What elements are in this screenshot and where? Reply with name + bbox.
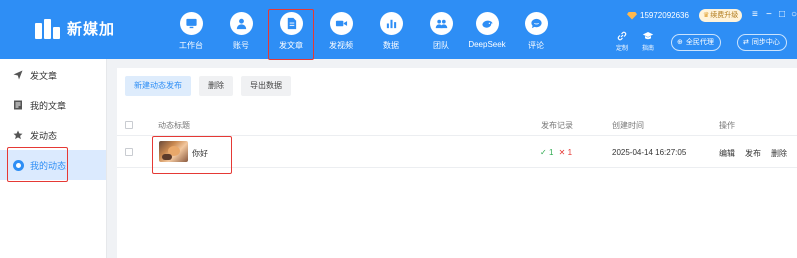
nav-publish-video[interactable]: 发视频 [318, 6, 364, 56]
select-all-checkbox[interactable] [125, 121, 133, 129]
article-icon [12, 99, 24, 111]
nav-workbench[interactable]: 工作台 [168, 6, 214, 56]
column-record: 发布记录 [541, 121, 573, 130]
nav-team[interactable]: 团队 [418, 6, 464, 56]
sync-icon: ⇄ [743, 39, 749, 46]
nav-publish-article[interactable]: 发文章 [268, 9, 314, 60]
account-phone[interactable]: 15972092636 [627, 11, 689, 20]
created-time: 2025-04-14 16:27:05 [612, 148, 687, 157]
star-icon [12, 129, 24, 141]
video-camera-icon [329, 12, 353, 35]
delete-link[interactable]: 删除 [771, 148, 787, 159]
nav-comments[interactable]: 评论 [513, 6, 559, 56]
menu-icon[interactable]: ≡ [752, 8, 758, 22]
table-header: 动态标题 发布记录 创建时间 操作 [117, 114, 797, 136]
logo-mark-icon [35, 16, 61, 40]
guide-button[interactable]: 指南 [637, 30, 659, 52]
comment-icon [524, 12, 548, 35]
top-header: 新媒加 工作台 账号 发文章 发视频 数据 团队 DeepSeek 评论 159… [0, 0, 797, 60]
vip-diamond-icon [627, 11, 637, 20]
graduation-cap-icon [642, 32, 654, 40]
column-created: 创建时间 [612, 121, 644, 130]
maximize-icon[interactable]: □ [779, 8, 785, 22]
sidebar-item-publish-moment[interactable]: 发动态 [0, 120, 106, 150]
agent-program-button[interactable]: ⊕ 全民代理 [671, 34, 721, 51]
export-button[interactable]: 导出数据 [241, 76, 291, 96]
team-icon [429, 12, 453, 35]
document-icon [279, 12, 303, 35]
sidebar-item-my-articles[interactable]: 我的文章 [0, 90, 106, 120]
success-check-icon: ✓ [540, 148, 547, 157]
row-checkbox[interactable] [125, 148, 133, 156]
publish-link[interactable]: 发布 [745, 148, 761, 159]
nav-deepseek[interactable]: DeepSeek [461, 6, 513, 56]
app-name: 新媒加 [67, 20, 116, 38]
publish-record[interactable]: ✓ 1 ✕ 1 [540, 148, 572, 157]
column-actions: 操作 [719, 121, 735, 130]
close-icon[interactable]: ○ [791, 8, 797, 22]
fail-count: 1 [567, 148, 573, 157]
sidebar-highlight-box [7, 147, 68, 182]
success-count: 1 [548, 148, 554, 157]
nav-data[interactable]: 数据 [368, 6, 414, 56]
new-moment-button[interactable]: 新建动态发布 [125, 76, 191, 96]
edit-link[interactable]: 编辑 [719, 148, 735, 159]
crown-icon: ♛ [703, 12, 710, 19]
sidebar-item-publish-article[interactable]: 发文章 [0, 60, 106, 90]
sync-center-button[interactable]: ⇄ 同步中心 [737, 34, 787, 51]
link-icon [617, 31, 627, 41]
upgrade-button[interactable]: ♛续费升级 [699, 9, 743, 22]
main-panel: 新建动态发布 删除 导出数据 动态标题 发布记录 创建时间 操作 你好 ✓ 1 … [117, 68, 797, 258]
monitor-icon [179, 12, 203, 35]
nav-accounts[interactable]: 账号 [218, 6, 264, 56]
delete-button[interactable]: 删除 [199, 76, 233, 96]
minimize-icon[interactable]: − [766, 8, 772, 22]
customize-button[interactable]: 定制 [611, 30, 633, 52]
bar-chart-icon [379, 12, 403, 35]
fail-cross-icon: ✕ [558, 148, 566, 157]
whale-icon [475, 12, 499, 35]
app-logo: 新媒加 [35, 16, 115, 40]
agent-icon: ⊕ [677, 39, 683, 46]
user-icon [229, 12, 253, 35]
column-title: 动态标题 [158, 121, 190, 130]
row-highlight-box [152, 136, 232, 174]
send-icon [12, 69, 24, 81]
